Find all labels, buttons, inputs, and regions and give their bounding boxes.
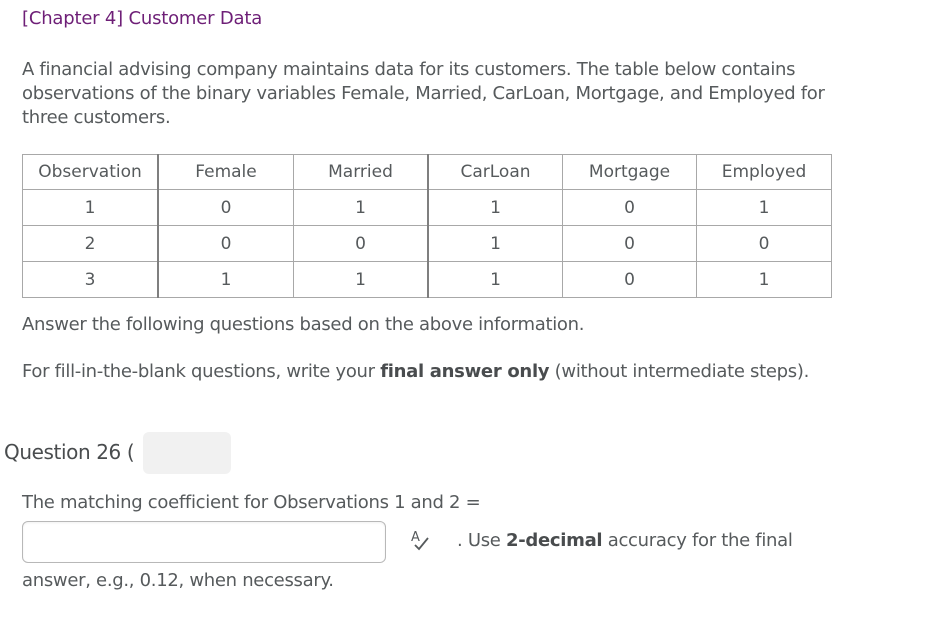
- column-header-employed: Employed: [696, 154, 832, 190]
- intro-paragraph: A financial advising company maintains d…: [22, 59, 825, 128]
- instructions-text: Answer the following questions based on …: [22, 314, 585, 335]
- column-header-female: Female: [157, 154, 294, 190]
- table-cell: 1: [696, 261, 832, 298]
- hint-bold: 2-decimal: [506, 530, 603, 551]
- column-header-carloan: CarLoan: [427, 154, 563, 190]
- table-cell: 1: [427, 189, 563, 226]
- page-title: [Chapter 4] Customer Data: [22, 8, 263, 29]
- table-cell: 3: [22, 261, 159, 298]
- svg-text:A: A: [411, 530, 420, 545]
- table-cell: 0: [562, 189, 697, 226]
- question-prompt: The matching coefficient for Observation…: [22, 492, 481, 513]
- table-cell: 1: [157, 261, 294, 298]
- spellcheck-icon[interactable]: A: [409, 528, 433, 554]
- column-header-mortgage: Mortgage: [562, 154, 697, 190]
- hint-suffix: accuracy for the final: [602, 530, 793, 551]
- table-cell: 1: [427, 261, 563, 298]
- table-row: 2 0 0 1 0 0: [22, 225, 832, 262]
- decimal-hint: . Use 2-decimal accuracy for the final: [457, 530, 793, 551]
- decimal-hint-continued: answer, e.g., 0.12, when necessary.: [22, 570, 334, 591]
- table-cell: 1: [427, 225, 563, 262]
- table-cell: 0: [562, 261, 697, 298]
- fill-note-prefix: For fill-in-the-blank questions, write y…: [22, 361, 381, 382]
- question-heading: Question 26 (: [4, 440, 135, 464]
- table-cell: 2: [22, 225, 159, 262]
- table-cell: 0: [293, 225, 429, 262]
- fill-in-blank-note: For fill-in-the-blank questions, write y…: [22, 360, 842, 384]
- answer-input[interactable]: [22, 521, 386, 563]
- fill-note-bold: final answer only: [380, 361, 550, 382]
- table-cell: 0: [562, 225, 697, 262]
- table-cell: 0: [696, 225, 832, 262]
- table-cell: 0: [157, 225, 294, 262]
- table-header-row: Observation Female Married CarLoan Mortg…: [22, 154, 832, 190]
- table-cell: 1: [22, 189, 159, 226]
- fill-note-suffix: (without intermediate steps).: [549, 361, 810, 382]
- table-row: 1 0 1 1 0 1: [22, 189, 832, 226]
- table-cell: 0: [157, 189, 294, 226]
- redacted-points: [143, 432, 231, 474]
- column-header-married: Married: [293, 154, 429, 190]
- customer-data-table: Observation Female Married CarLoan Mortg…: [22, 154, 832, 298]
- table-row: 3 1 1 1 0 1: [22, 261, 832, 298]
- table-cell: 1: [293, 261, 429, 298]
- hint-prefix: . Use: [457, 530, 506, 551]
- table-cell: 1: [696, 189, 832, 226]
- table-cell: 1: [293, 189, 429, 226]
- column-header-observation: Observation: [22, 154, 159, 190]
